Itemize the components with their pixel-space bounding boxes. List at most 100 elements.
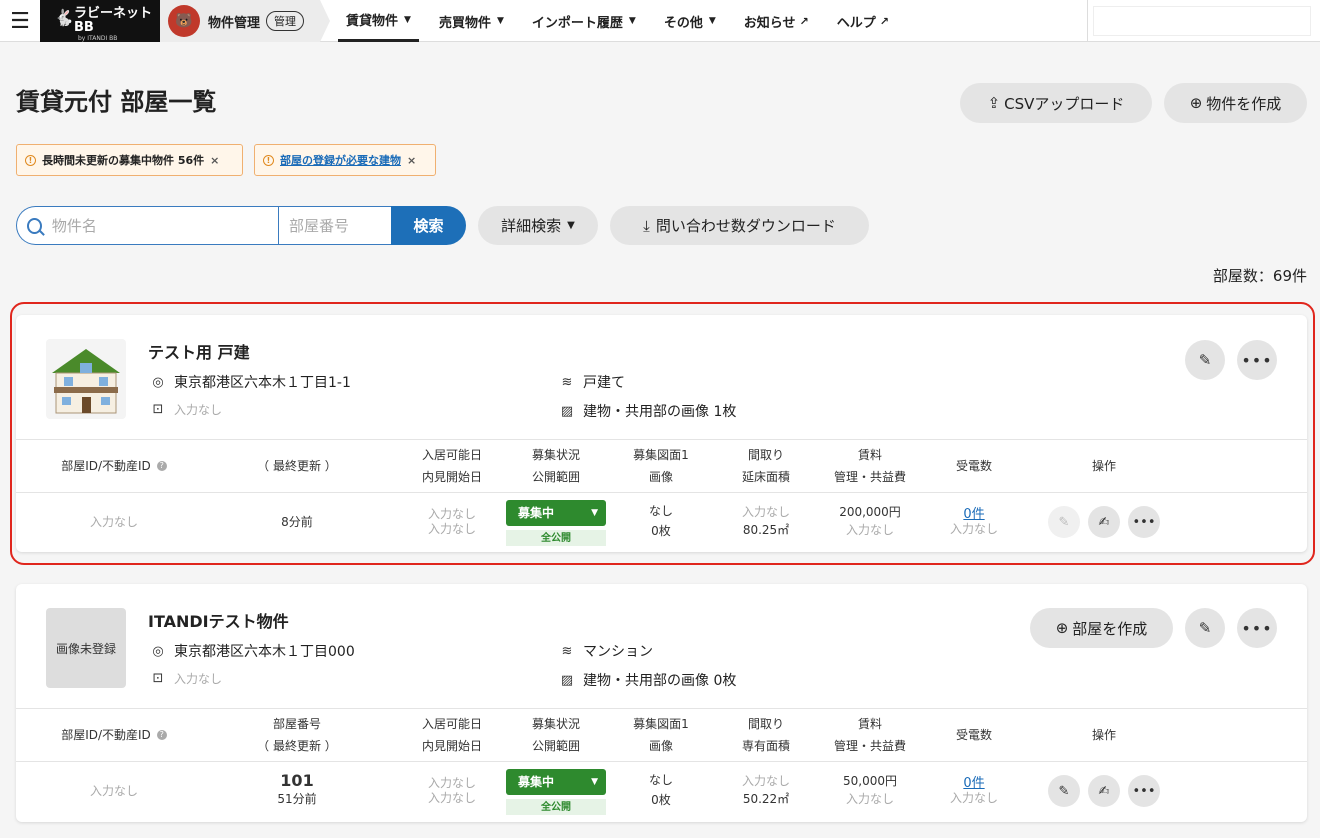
search-button[interactable]: 検索	[391, 206, 466, 245]
create-room-button[interactable]: ⊕ 部屋を作成	[1030, 608, 1173, 648]
info-icon: !	[25, 154, 36, 166]
property-name[interactable]: テスト用 戸建	[148, 339, 250, 363]
layers-icon: ≋	[561, 374, 573, 390]
room-more-button[interactable]: •••	[1128, 506, 1160, 538]
image-icon: ▨	[560, 403, 574, 419]
rabbit-icon: 🐇	[54, 8, 74, 27]
col-availability: 入居可能日 内見開始日	[421, 717, 482, 753]
edit-icon: ✎	[1058, 783, 1070, 799]
layers-icon: ≋	[561, 643, 573, 659]
property-card: テスト用 戸建 ◎ 東京都港区六本木１丁目1-1 ⊡ 入力なし ≋ 戸建て ▨ 建物・共…	[16, 315, 1307, 552]
col-room-id: 部屋ID/不動産ID?	[16, 709, 212, 761]
room-number-input[interactable]	[289, 216, 391, 235]
nav-other[interactable]: その他 ▼	[656, 0, 724, 42]
room-status: 募集中 ▼ 全公開	[506, 499, 606, 547]
create-property-button[interactable]: ⊕ 物件を作成	[1164, 83, 1307, 123]
status-select[interactable]: 募集中 ▼	[506, 769, 606, 795]
help-icon: ?	[156, 730, 167, 740]
more-options-button[interactable]: •••	[1237, 608, 1277, 648]
col-plan: 募集図面1 画像	[633, 448, 689, 484]
col-room-id: 部屋ID/不動産ID?	[16, 440, 212, 492]
menu-icon[interactable]: ☰	[0, 0, 40, 42]
more-options-button[interactable]: •••	[1237, 340, 1277, 380]
nav-news[interactable]: お知らせ ↗	[736, 0, 817, 42]
property-address: ◎ 東京都港区六本木１丁目1-1	[150, 372, 351, 392]
room-table-header: 部屋ID/不動産ID? （ 最終更新 ） 入居可能日 内見開始日 募集状況 公開範囲…	[16, 439, 1307, 493]
col-plan: 募集図面1 画像	[633, 717, 689, 753]
room-number-cell: 101 51分前	[277, 771, 317, 807]
calls-link[interactable]: 0件	[963, 776, 984, 791]
account-area[interactable]	[1093, 6, 1311, 36]
nav-help[interactable]: ヘルプ ↗	[829, 0, 897, 42]
edit-note-icon: ✍	[1098, 514, 1110, 530]
csv-upload-button[interactable]: ⇪ CSVアップロード	[960, 83, 1152, 123]
nav-sales[interactable]: 売買物件 ▼	[431, 0, 512, 42]
edit-property-button[interactable]: ✎	[1185, 340, 1225, 380]
nav-import-history[interactable]: インポート履歴 ▼	[524, 0, 644, 42]
plus-circle-icon: ⊕	[1189, 94, 1203, 112]
property-name[interactable]: ITANDIテスト物件	[148, 608, 289, 632]
train-icon: ⊡	[152, 402, 164, 417]
chevron-down-icon: ▼	[567, 220, 575, 231]
edit-property-button[interactable]: ✎	[1185, 608, 1225, 648]
property-address: ◎ 東京都港区六本木１丁目000	[150, 641, 354, 661]
edit-room-button[interactable]: ✎	[1048, 775, 1080, 807]
property-card: 画像未登録 ITANDIテスト物件 ◎ 東京都港区六本木１丁目000 ⊡ 入力なし …	[16, 584, 1307, 822]
page-title: 賃貸元付 部屋一覧	[16, 88, 217, 116]
detail-search-button[interactable]: 詳細検索 ▼	[478, 206, 598, 245]
property-images: ▨ 建物・共用部の画像 1枚	[560, 403, 737, 421]
room-id: 入力なし	[89, 783, 138, 798]
room-count: 部屋数：69件	[1212, 267, 1307, 285]
close-icon[interactable]: ×	[210, 154, 219, 167]
room-table-header: 部屋ID/不動産ID? 部屋番号（ 最終更新 ） 入居可能日 内見開始日 募集状況…	[16, 708, 1307, 762]
status-select[interactable]: 募集中 ▼	[506, 500, 606, 526]
col-layout: 間取り 専有面積	[741, 717, 790, 753]
close-icon[interactable]: ×	[407, 154, 416, 167]
plus-circle-icon: ⊕	[1055, 619, 1069, 637]
logo-text: ラビーネットBB	[74, 6, 153, 35]
col-operations: 操作	[1091, 459, 1116, 473]
room-availability: 入力なし 入力なし	[427, 507, 476, 536]
edit-listing-button[interactable]: ✍	[1088, 775, 1120, 807]
property-images: ▨ 建物・共用部の画像 0枚	[560, 672, 737, 690]
download-icon: ⤓	[643, 216, 650, 235]
edit-icon: ✎	[1058, 514, 1070, 530]
col-rent: 賃料 管理・共益費	[833, 717, 906, 753]
publish-scope-badge: 全公開	[506, 530, 606, 546]
chevron-down-icon: ▼	[404, 14, 411, 25]
property-thumbnail[interactable]: 画像未登録	[46, 608, 126, 688]
alert-rooms-needed[interactable]: ! 部屋の登録が必要な建物 ×	[254, 144, 436, 176]
publish-scope-badge: 全公開	[506, 799, 606, 815]
image-icon: ▨	[560, 672, 574, 688]
room-layout: 入力なし 50.22㎡	[741, 774, 790, 806]
external-link-icon: ↗	[799, 14, 809, 28]
property-thumbnail[interactable]	[46, 339, 126, 419]
logo[interactable]: 🐇 ラビーネットBB by ITANDI BB	[40, 0, 160, 42]
product-switcher[interactable]: 🐻 物件管理 管理	[160, 0, 330, 42]
property-station: ⊡ 入力なし	[150, 401, 222, 418]
chevron-down-icon: ▼	[591, 776, 598, 787]
edit-icon: ✎	[1198, 351, 1212, 369]
download-inquiries-button[interactable]: ⤓ 問い合わせ数ダウンロード	[610, 206, 869, 245]
edit-room-button[interactable]: ✎	[1048, 506, 1080, 538]
nav-rental[interactable]: 賃貸物件 ▼	[338, 0, 419, 42]
chevron-down-icon: ▼	[628, 16, 636, 26]
search-bar: 検索	[16, 206, 466, 245]
col-status: 募集状況 公開範囲	[531, 448, 580, 484]
edit-listing-button[interactable]: ✍	[1088, 506, 1120, 538]
help-icon: ?	[156, 461, 167, 471]
alert-stale-listings[interactable]: ! 長時間未更新の募集中物件 56件 ×	[16, 144, 243, 176]
chevron-down-icon: ▼	[496, 16, 504, 26]
property-name-field	[16, 206, 278, 245]
col-last-updated: （ 最終更新 ）	[257, 459, 337, 473]
col-status: 募集状況 公開範囲	[531, 717, 580, 753]
room-number[interactable]: 101	[280, 772, 313, 790]
info-icon: !	[263, 154, 274, 166]
property-type: ≋ 戸建て	[559, 372, 625, 392]
property-name-input[interactable]	[51, 216, 278, 235]
calls-link[interactable]: 0件	[963, 507, 984, 522]
more-icon: •••	[1241, 618, 1273, 638]
rooms-needed-link[interactable]: 部屋の登録が必要な建物	[280, 152, 401, 168]
col-availability: 入居可能日 内見開始日	[421, 448, 482, 484]
room-more-button[interactable]: •••	[1128, 775, 1160, 807]
